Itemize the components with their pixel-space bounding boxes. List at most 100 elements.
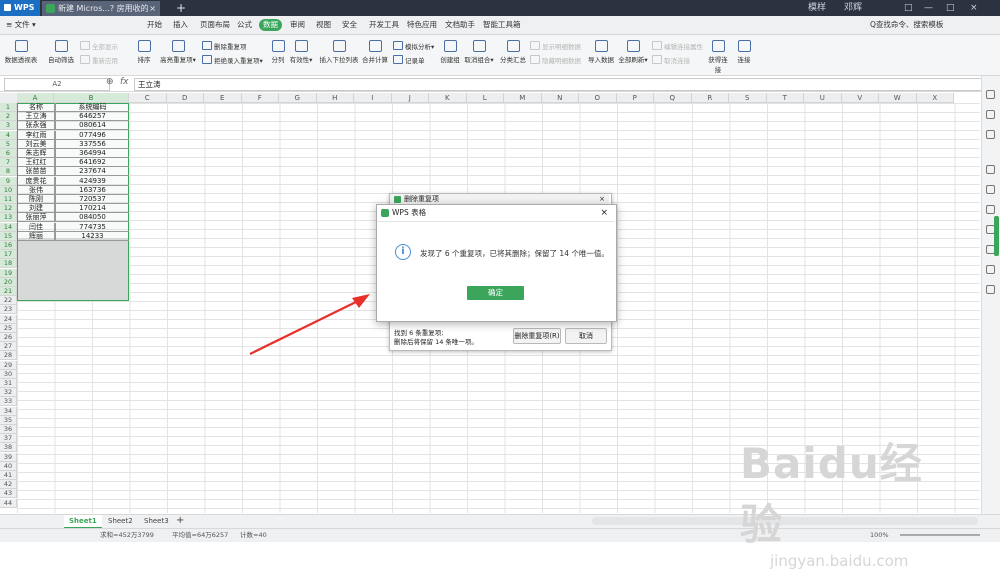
row-header-10[interactable]: 10 <box>0 185 17 195</box>
reapply-button[interactable]: 重新应用 <box>80 55 118 65</box>
cell-name[interactable]: 刘云美 <box>18 139 55 149</box>
row-header-38[interactable]: 38 <box>0 443 17 453</box>
delete-duplicates-button[interactable]: 删除重复项 <box>202 41 247 51</box>
ok-button[interactable]: 确定 <box>467 286 524 300</box>
cell-name[interactable]: 辉丽 <box>18 231 55 241</box>
row-header-30[interactable]: 30 <box>0 369 17 379</box>
row-header-14[interactable]: 14 <box>0 222 17 232</box>
close-tab-icon[interactable]: × <box>149 1 156 16</box>
column-header-i[interactable]: I <box>354 93 392 103</box>
cell-name[interactable]: 张伟 <box>18 185 55 195</box>
import-data-button[interactable]: 导入数据 <box>586 40 616 64</box>
row-header-31[interactable]: 31 <box>0 379 17 388</box>
column-header-v[interactable]: V <box>841 93 879 103</box>
shape-icon[interactable] <box>986 110 995 119</box>
what-if-analysis-button[interactable]: 模拟分析▾ <box>393 41 434 51</box>
user-button[interactable]: 邓辉 <box>844 0 862 16</box>
skin-button[interactable]: 模样 <box>808 0 826 16</box>
row-header-2[interactable]: 2 <box>0 112 17 122</box>
sheet-tab-3[interactable]: Sheet3 <box>139 515 174 527</box>
show-all-button[interactable]: 全部显示 <box>80 41 118 51</box>
row-header-42[interactable]: 42 <box>0 480 17 490</box>
add-sheet-button[interactable]: + <box>171 515 189 527</box>
row-header-28[interactable]: 28 <box>0 351 17 361</box>
row-header-35[interactable]: 35 <box>0 415 17 425</box>
wps-home-button[interactable]: WPS <box>0 0 40 16</box>
row-header-33[interactable]: 33 <box>0 397 17 407</box>
menu-doc-assistant[interactable]: 文档助手 <box>445 16 475 34</box>
menu-security[interactable]: 安全 <box>342 16 357 34</box>
refresh-all-button[interactable]: 全部刷新▾ <box>616 40 650 64</box>
name-box[interactable]: A2 <box>4 78 110 91</box>
row-header-12[interactable]: 12 <box>0 204 17 214</box>
star-icon[interactable] <box>986 185 995 194</box>
row-header-36[interactable]: 36 <box>0 425 17 434</box>
row-header-6[interactable]: 6 <box>0 149 17 158</box>
cell-code[interactable]: 237674 <box>55 167 129 177</box>
column-header-h[interactable]: H <box>316 93 354 103</box>
group-button[interactable]: 创建组 <box>436 40 464 64</box>
cell-code[interactable]: 170214 <box>55 204 129 214</box>
row-header-9[interactable]: 9 <box>0 176 17 186</box>
validation-button[interactable]: 有效性▾ <box>288 40 314 64</box>
column-header-x[interactable]: X <box>916 93 954 103</box>
menu-review[interactable]: 审阅 <box>290 16 305 34</box>
menu-insert[interactable]: 插入 <box>173 16 188 34</box>
row-header-19[interactable]: 19 <box>0 268 17 278</box>
record-form-button[interactable]: 记录单 <box>393 55 425 65</box>
sort-button[interactable]: 排序 <box>134 40 154 64</box>
text-to-columns-button[interactable]: 分列 <box>268 40 288 64</box>
maximize-icon[interactable]: □ <box>946 0 955 16</box>
column-header-c[interactable]: C <box>129 93 167 103</box>
new-tab-button[interactable]: + <box>176 0 186 16</box>
consolidate-button[interactable]: 合并计算 <box>360 40 390 64</box>
column-header-r[interactable]: R <box>691 93 729 103</box>
row-header-27[interactable]: 27 <box>0 342 17 352</box>
menu-developer[interactable]: 开发工具 <box>369 16 399 34</box>
cell-code[interactable]: 774735 <box>55 222 129 232</box>
column-header-d[interactable]: D <box>166 93 204 103</box>
cell-code[interactable]: 720537 <box>55 195 129 204</box>
cell-name[interactable]: 庞贵花 <box>18 176 55 186</box>
header-cell-code[interactable]: 系统编码 <box>55 103 129 112</box>
cell-code[interactable]: 424939 <box>55 176 129 186</box>
subtotal-button[interactable]: 分类汇总 <box>498 40 528 64</box>
menu-file[interactable]: ≡ 文件 ▾ <box>6 16 36 34</box>
row-header-29[interactable]: 29 <box>0 360 17 370</box>
menu-data[interactable]: 数据 <box>259 19 282 31</box>
row-header-17[interactable]: 17 <box>0 250 17 260</box>
cell-code[interactable]: 641692 <box>55 158 129 168</box>
delete-duplicates-button[interactable]: 删除重复项(R) <box>513 328 561 344</box>
row-header-13[interactable]: 13 <box>0 213 17 223</box>
column-header-m[interactable]: M <box>504 93 542 103</box>
backup-icon[interactable] <box>986 205 995 214</box>
cell-code[interactable]: 084050 <box>55 213 129 223</box>
cell-name[interactable]: 王立涛 <box>18 112 55 122</box>
insert-dropdown-button[interactable]: 插入下拉列表 <box>318 40 360 64</box>
cell-name[interactable]: 张永强 <box>18 121 55 131</box>
hide-detail-button[interactable]: 隐藏明细数据 <box>530 55 581 65</box>
row-header-11[interactable]: 11 <box>0 195 17 204</box>
menu-smart-toolbox[interactable]: 智能工具箱 <box>483 16 521 34</box>
select-icon[interactable] <box>986 90 995 99</box>
cell-code[interactable]: 364994 <box>55 149 129 158</box>
cell-name[interactable]: 陈刚 <box>18 195 55 204</box>
row-header-8[interactable]: 8 <box>0 167 17 177</box>
row-header-16[interactable]: 16 <box>0 241 17 250</box>
show-detail-button[interactable]: 显示明细数据 <box>530 41 581 51</box>
row-header-7[interactable]: 7 <box>0 158 17 168</box>
column-header-u[interactable]: U <box>804 93 842 103</box>
cell-name[interactable]: 李红雨 <box>18 130 55 140</box>
column-header-n[interactable]: N <box>541 93 579 103</box>
row-header-1[interactable]: 1 <box>0 103 17 112</box>
row-header-5[interactable]: 5 <box>0 139 17 149</box>
menu-home[interactable]: 开始 <box>147 16 162 34</box>
cell-code[interactable]: 163736 <box>55 185 129 195</box>
row-header-43[interactable]: 43 <box>0 489 17 499</box>
edit-link-props-button[interactable]: 编辑连接属性 <box>652 41 703 51</box>
menu-formulas[interactable]: 公式 <box>237 16 252 34</box>
cell-name[interactable]: 张苗苗 <box>18 167 55 177</box>
column-header-o[interactable]: O <box>579 93 617 103</box>
row-header-24[interactable]: 24 <box>0 314 17 324</box>
cancel-link-button[interactable]: 取消连接 <box>652 55 690 65</box>
